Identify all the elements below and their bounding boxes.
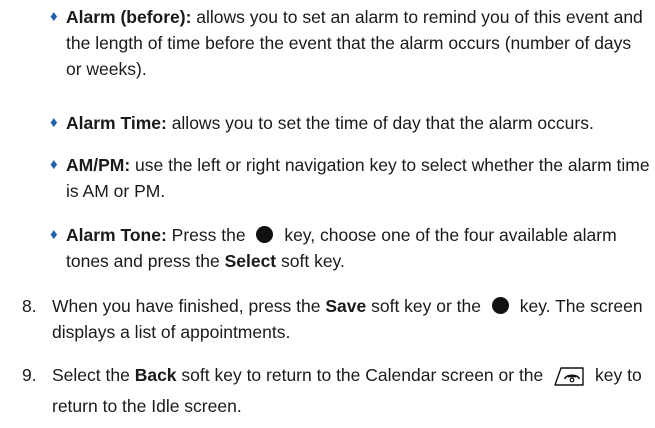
bullet-am-pm: ♦ AM/PM: use the left or right navigatio… xyxy=(50,152,651,204)
step-number: 9. xyxy=(22,365,37,385)
ok-key-icon xyxy=(491,297,509,314)
end-key-icon xyxy=(552,366,586,393)
bullet-diamond-icon: ♦ xyxy=(50,156,58,173)
step-text: Select the Back soft key to return to th… xyxy=(52,365,642,416)
step-number: 8. xyxy=(22,296,37,316)
bullet-diamond-icon: ♦ xyxy=(50,114,58,131)
step-8: 8. When you have finished, press the Sav… xyxy=(0,293,650,345)
back-softkey-label: Back xyxy=(134,365,177,385)
bullet-label: AM/PM: xyxy=(66,155,131,175)
bullet-alarm-before: ♦ Alarm (before): allows you to set an a… xyxy=(50,4,651,82)
select-softkey-label: Select xyxy=(224,251,277,271)
bullet-alarm-tone: ♦ Alarm Tone: Press the key, choose one … xyxy=(50,222,651,274)
bullet-label: Alarm Time: xyxy=(66,113,167,133)
bullet-text: allows you to set the time of day that t… xyxy=(166,113,594,133)
step-9: 9. Select the Back soft key to return to… xyxy=(0,362,650,419)
bullet-label: Alarm (before): xyxy=(66,7,192,27)
bullet-diamond-icon: ♦ xyxy=(50,226,58,243)
bullet-text: use the left or right navigation key to … xyxy=(66,155,650,201)
bullet-alarm-time: ♦ Alarm Time: allows you to set the time… xyxy=(50,110,651,136)
bullet-label: Alarm Tone: xyxy=(66,225,167,245)
save-softkey-label: Save xyxy=(325,296,367,316)
manual-page: ♦ Alarm (before): allows you to set an a… xyxy=(0,0,655,428)
ok-key-icon xyxy=(256,226,274,243)
bullet-diamond-icon: ♦ xyxy=(50,8,58,25)
step-text: When you have finished, press the Save s… xyxy=(52,296,643,342)
